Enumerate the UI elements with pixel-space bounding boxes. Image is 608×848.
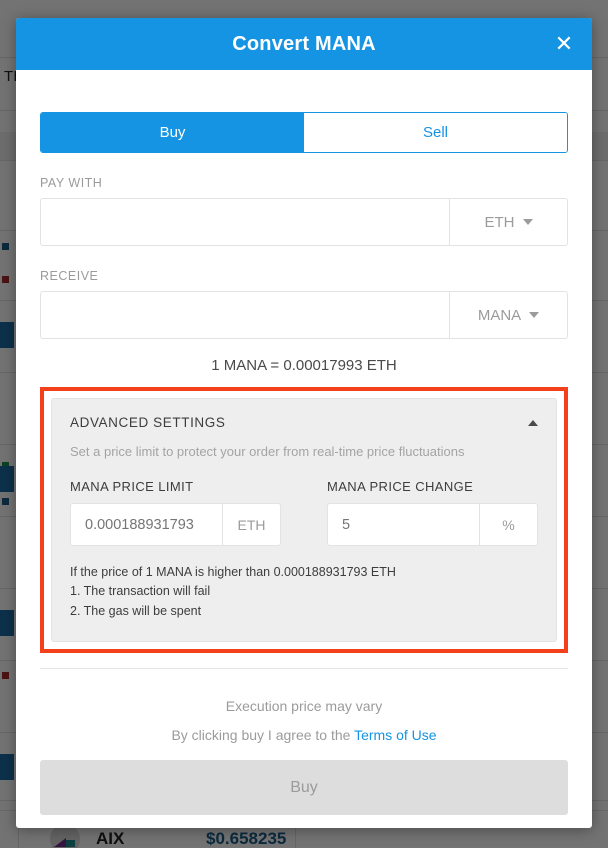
receive-amount-input[interactable] [41, 292, 449, 338]
receive-row: MANA [40, 291, 568, 339]
modal-header: Convert MANA ✕ [16, 18, 592, 70]
price-change-input[interactable] [328, 504, 479, 545]
price-change-row: % [327, 503, 538, 546]
pay-with-amount-input[interactable] [41, 199, 449, 245]
advanced-note-line-2: 1. The transaction will fail [70, 584, 211, 599]
advanced-settings-header[interactable]: ADVANCED SETTINGS [70, 415, 538, 430]
advanced-note-line-3: 2. The gas will be spent [70, 603, 202, 618]
close-icon[interactable]: ✕ [550, 30, 578, 58]
price-limit-group: MANA PRICE LIMIT ETH [70, 479, 281, 546]
price-change-label: MANA PRICE CHANGE [327, 479, 474, 494]
advanced-settings-title: ADVANCED SETTINGS [70, 415, 226, 430]
advanced-settings-fields: MANA PRICE LIMIT ETH MANA PRICE CHANGE % [70, 479, 538, 546]
pay-with-token-select[interactable]: ETH [449, 199, 567, 245]
advanced-note-line-1: If the price of 1 MANA is higher than 0.… [70, 565, 396, 579]
pay-with-row: ETH [40, 198, 568, 246]
advanced-settings-panel: ADVANCED SETTINGS Set a price limit to p… [51, 398, 557, 643]
convert-mana-modal: Convert MANA ✕ Buy Sell PAY WITH ETH REC… [16, 18, 592, 828]
chevron-down-icon [529, 312, 540, 318]
price-limit-unit: ETH [222, 504, 280, 545]
buy-button[interactable]: Buy [40, 760, 568, 816]
exchange-rate-text: 1 MANA = 0.00017993 ETH [211, 357, 397, 374]
price-change-group: MANA PRICE CHANGE % [327, 479, 538, 546]
modal-body: Buy Sell PAY WITH ETH RECEIVE MANA 1 MAN [16, 112, 592, 828]
receive-token-select[interactable]: MANA [449, 292, 567, 338]
price-limit-label: MANA PRICE LIMIT [70, 479, 194, 494]
page-title: Convert MANA [232, 32, 376, 55]
terms-agreement-prefix: By clicking buy I agree to the [171, 727, 355, 744]
chevron-up-icon[interactable] [528, 419, 538, 426]
price-change-unit: % [479, 504, 537, 545]
advanced-settings-description: Set a price limit to protect your order … [70, 444, 465, 459]
tab-buy[interactable]: Buy [41, 113, 304, 152]
chevron-down-icon [522, 219, 533, 225]
advanced-settings-note: If the price of 1 MANA is higher than 0.… [70, 563, 538, 621]
price-limit-input[interactable] [71, 504, 222, 545]
execution-price-notice: Execution price may vary [225, 698, 383, 715]
receive-token-label: MANA [477, 306, 522, 324]
footer-divider [40, 668, 568, 670]
tab-sell[interactable]: Sell [304, 113, 567, 152]
pay-with-token-label: ETH [484, 213, 515, 231]
page-root: TH AIX $0.658235 [0, 0, 608, 848]
terms-agreement: By clicking buy I agree to the Terms of … [40, 727, 568, 743]
price-limit-row: ETH [70, 503, 281, 546]
terms-of-use-link[interactable]: Terms of Use [354, 727, 436, 743]
advanced-settings-highlight: ADVANCED SETTINGS Set a price limit to p… [40, 387, 568, 654]
pay-with-label: PAY WITH [40, 176, 103, 190]
receive-label: RECEIVE [40, 269, 99, 283]
buy-sell-segmented-control: Buy Sell [40, 112, 568, 153]
